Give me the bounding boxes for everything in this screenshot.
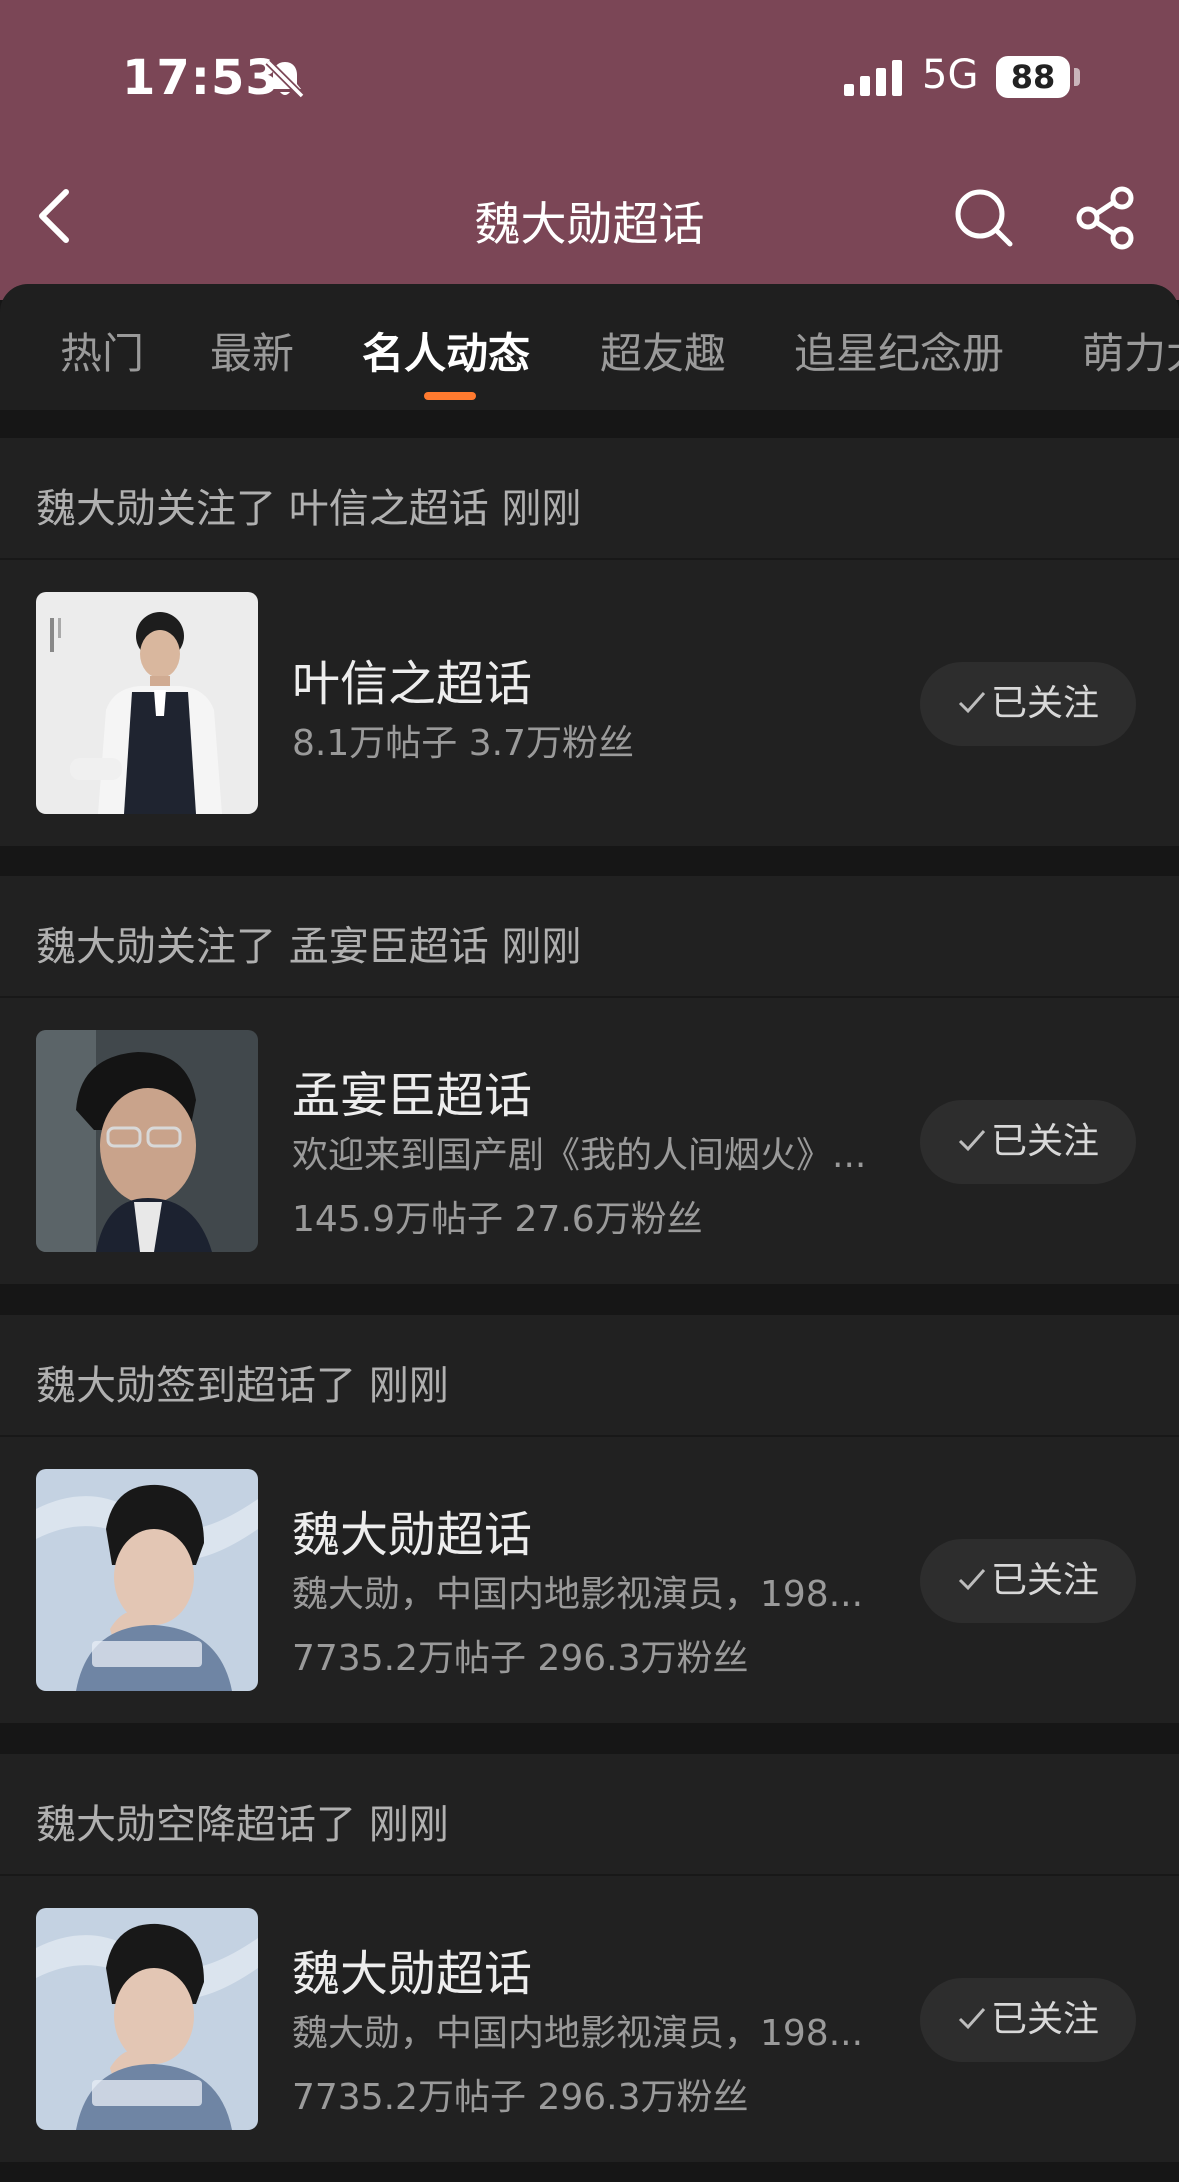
followed-label: 已关注 bbox=[990, 1560, 1099, 1601]
signal-icon bbox=[844, 60, 902, 96]
status-time: 17:53 bbox=[122, 50, 280, 106]
topic-avatar[interactable] bbox=[36, 1030, 258, 1252]
tab-hot[interactable]: 热门 bbox=[60, 320, 144, 381]
network-type: 5G bbox=[922, 52, 979, 98]
topic-stats: 7735.2万帖子 296.3万粉丝 bbox=[292, 2077, 749, 2118]
status-bar: 17:53 5G 88 bbox=[0, 0, 1179, 150]
activity-text[interactable]: 魏大勋空降超话了 刚刚 bbox=[36, 1792, 449, 1850]
tab-latest[interactable]: 最新 bbox=[210, 320, 294, 381]
tab-super-fun[interactable]: 超友趣 bbox=[600, 320, 726, 381]
feed-card: 魏大勋关注了 叶信之超话 刚刚 叶信之超话 8.1万帖子 3.7万粉丝 已关注 bbox=[0, 438, 1179, 846]
feed-card: 魏大勋空降超话了 刚刚 魏大勋超话 魏大勋，中国内地影视演员，198... 77… bbox=[0, 1754, 1179, 2162]
followed-button[interactable]: 已关注 bbox=[920, 1100, 1136, 1184]
share-icon[interactable] bbox=[1074, 186, 1138, 250]
avatar-image-meng bbox=[36, 1030, 258, 1252]
check-icon bbox=[958, 1130, 986, 1152]
tab-cute-power[interactable]: 萌力大 bbox=[1082, 320, 1179, 381]
search-icon[interactable] bbox=[952, 186, 1016, 250]
card-header: 魏大勋关注了 孟宴臣超话 刚刚 bbox=[0, 876, 1179, 998]
activity-text[interactable]: 魏大勋关注了 叶信之超话 刚刚 bbox=[36, 476, 581, 534]
avatar-image-wei bbox=[36, 1469, 258, 1691]
tab-fan-album[interactable]: 追星纪念册 bbox=[794, 320, 1004, 381]
topic-avatar[interactable] bbox=[36, 1908, 258, 2130]
topic-avatar[interactable] bbox=[36, 592, 258, 814]
battery-tip bbox=[1074, 68, 1080, 86]
topic-stats: 7735.2万帖子 296.3万粉丝 bbox=[292, 1638, 749, 1679]
bell-muted-icon bbox=[265, 59, 305, 99]
header: 17:53 5G 88 魏大勋超话 bbox=[0, 0, 1179, 300]
nav-bar: 魏大勋超话 bbox=[0, 150, 1179, 280]
feed-card: 魏大勋签到超话了 刚刚 魏大勋超话 魏大勋，中国内地影视演员，198... 77… bbox=[0, 1315, 1179, 1723]
topic-title[interactable]: 叶信之超话 bbox=[292, 644, 532, 714]
feed-card: 魏大勋关注了 孟宴臣超话 刚刚 孟宴臣超话 欢迎来到国产剧《我的人间烟火》...… bbox=[0, 876, 1179, 1284]
avatar-image-ye bbox=[36, 592, 258, 814]
followed-button[interactable]: 已关注 bbox=[920, 1539, 1136, 1623]
card-header: 魏大勋签到超话了 刚刚 bbox=[0, 1315, 1179, 1437]
card-header: 魏大勋空降超话了 刚刚 bbox=[0, 1754, 1179, 1876]
topic-title[interactable]: 孟宴臣超话 bbox=[292, 1056, 532, 1126]
activity-text[interactable]: 魏大勋关注了 孟宴臣超话 刚刚 bbox=[36, 914, 581, 972]
avatar-image-wei bbox=[36, 1908, 258, 2130]
card-header: 魏大勋关注了 叶信之超话 刚刚 bbox=[0, 438, 1179, 560]
topic-title[interactable]: 魏大勋超话 bbox=[292, 1495, 532, 1565]
activity-text[interactable]: 魏大勋签到超话了 刚刚 bbox=[36, 1353, 449, 1411]
tab-celebrity-news[interactable]: 名人动态 bbox=[362, 320, 530, 381]
followed-label: 已关注 bbox=[990, 1121, 1099, 1162]
topic-description: 魏大勋，中国内地影视演员，198... bbox=[292, 1574, 864, 1615]
topic-description: 魏大勋，中国内地影视演员，198... bbox=[292, 2013, 864, 2054]
app-root: 17:53 5G 88 魏大勋超话 热门 最新 名人动态 超友趣 追星纪念册 萌… bbox=[0, 0, 1179, 2182]
check-icon bbox=[958, 692, 986, 714]
tab-bar: 热门 最新 名人动态 超友趣 追星纪念册 萌力大 bbox=[0, 284, 1179, 410]
tab-active-indicator bbox=[424, 392, 476, 400]
topic-avatar[interactable] bbox=[36, 1469, 258, 1691]
topic-description: 欢迎来到国产剧《我的人间烟火》... bbox=[292, 1135, 867, 1176]
topic-stats: 8.1万帖子 3.7万粉丝 bbox=[292, 723, 634, 764]
followed-label: 已关注 bbox=[990, 1999, 1099, 2040]
check-icon bbox=[958, 1569, 986, 1591]
check-icon bbox=[958, 2008, 986, 2030]
followed-button[interactable]: 已关注 bbox=[920, 1978, 1136, 2062]
topic-title[interactable]: 魏大勋超话 bbox=[292, 1934, 532, 2004]
battery-indicator: 88 bbox=[996, 56, 1070, 98]
topic-stats: 145.9万帖子 27.6万粉丝 bbox=[292, 1199, 703, 1240]
followed-button[interactable]: 已关注 bbox=[920, 662, 1136, 746]
followed-label: 已关注 bbox=[990, 683, 1099, 724]
